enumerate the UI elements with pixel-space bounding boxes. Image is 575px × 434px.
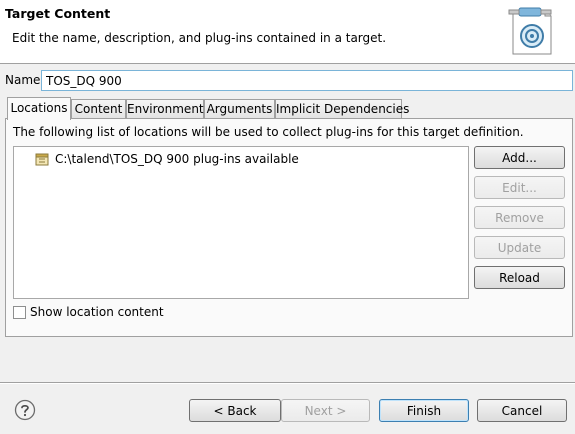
name-label: Name: [5, 73, 45, 87]
footer-separator [0, 382, 575, 384]
page-description: Edit the name, description, and plug-ins… [12, 31, 387, 45]
show-location-content-row: Show location content [13, 305, 164, 319]
cancel-button[interactable]: Cancel [477, 399, 567, 422]
plugin-location-icon [35, 153, 49, 166]
tab-implicit-dependencies[interactable]: Implicit Dependencies [275, 99, 409, 119]
locations-list[interactable]: C:\talend\TOS_DQ 900 plug-ins available [13, 146, 469, 299]
locations-panel: The following list of locations will be … [5, 118, 573, 337]
wizard-header: Target Content Edit the name, descriptio… [0, 0, 575, 64]
target-wizard-icon [508, 7, 552, 55]
finish-button[interactable]: Finish [379, 399, 469, 422]
name-input[interactable] [41, 70, 573, 91]
tab-environment[interactable]: Environment [126, 99, 204, 119]
tab-locations[interactable]: Locations [7, 97, 71, 120]
next-button[interactable]: Next > [281, 399, 370, 422]
update-button[interactable]: Update [474, 236, 565, 259]
tab-content[interactable]: Content [71, 99, 126, 119]
remove-button[interactable]: Remove [474, 206, 565, 229]
edit-button[interactable]: Edit... [474, 176, 565, 199]
tab-arguments[interactable]: Arguments [204, 99, 275, 119]
back-button[interactable]: < Back [189, 399, 281, 422]
list-item[interactable]: C:\talend\TOS_DQ 900 plug-ins available [35, 150, 299, 168]
locations-description: The following list of locations will be … [13, 125, 524, 139]
page-title: Target Content [5, 6, 111, 21]
reload-button[interactable]: Reload [474, 266, 565, 289]
show-location-content-checkbox[interactable] [13, 305, 26, 319]
add-button[interactable]: Add... [474, 146, 565, 169]
location-label: C:\talend\TOS_DQ 900 plug-ins available [55, 152, 299, 166]
show-location-content-label: Show location content [30, 305, 164, 319]
help-icon[interactable] [14, 399, 36, 421]
